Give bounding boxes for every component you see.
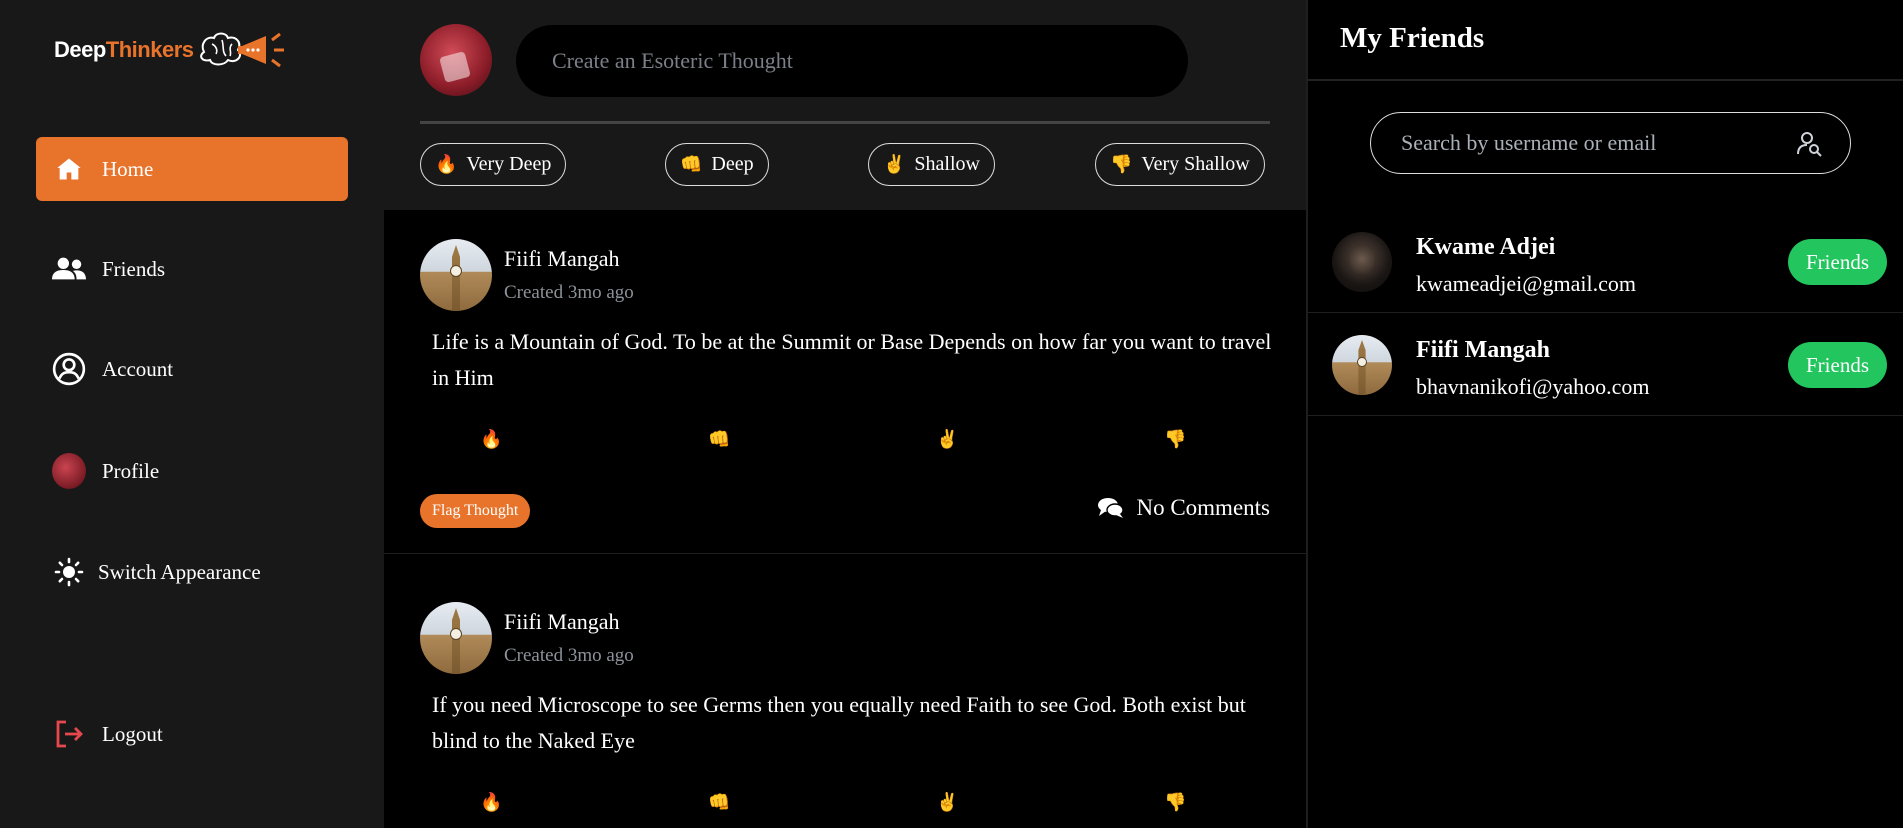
button-label: Very Deep [466,153,552,175]
brain-megaphone-icon [199,32,284,68]
sidebar: DeepThinkers Home Friends Account Profil… [0,0,384,828]
victory-hand-icon[interactable]: ✌️ [936,792,958,813]
tower-shape [1358,340,1366,395]
avatar[interactable] [420,602,492,674]
fist-icon[interactable]: 👊 [708,429,730,450]
very-deep-button[interactable]: 🔥 Very Deep [420,143,567,186]
home-icon [52,152,86,186]
fist-icon: 👊 [680,154,703,174]
friend-search-box[interactable] [1370,112,1851,174]
logo[interactable]: DeepThinkers [54,30,294,70]
button-label: Very Shallow [1141,153,1250,175]
fist-icon[interactable]: 👊 [708,792,730,813]
sidebar-item-label: Account [102,356,174,381]
comments-label: No Comments [1136,495,1270,520]
logo-text-thinkers: Thinkers [105,37,194,62]
friend-email: kwameadjei@gmail.com [1416,271,1637,296]
friends-status-button[interactable]: Friends [1788,342,1887,388]
comments-icon [1098,498,1125,518]
avatar[interactable] [1332,232,1392,292]
logout-label: Logout [102,721,163,746]
shallow-button[interactable]: ✌️ Shallow [868,143,995,186]
friends-panel: My Friends Kwame Adjei kwameadjei@gmail.… [1306,0,1903,828]
post-timestamp: Created 3mo ago [504,645,634,666]
fire-icon[interactable]: 🔥 [480,429,502,450]
thought-composer: 🔥 Very Deep 👊 Deep ✌️ Shallow 👎 Very Sha… [384,0,1306,210]
button-label: Deep [711,153,754,175]
logout-icon [52,717,86,751]
friend-search-input[interactable] [1401,130,1781,156]
post-card: Fiifi Mangah Created 3mo ago Life is a M… [384,210,1306,554]
button-label: Shallow [914,153,980,175]
avatar[interactable] [420,239,492,311]
flag-thought-button[interactable]: Flag Thought [420,494,531,528]
sun-icon [52,555,86,589]
sidebar-item-account[interactable]: Account [36,337,348,401]
post-card: Fiifi Mangah Created 3mo ago If you need… [384,554,1306,828]
sidebar-item-label: Switch Appearance [98,559,261,584]
post-timestamp: Created 3mo ago [504,282,634,303]
avatar [52,453,86,489]
feed: 🔥 Very Deep 👊 Deep ✌️ Shallow 👎 Very Sha… [384,0,1306,828]
friend-list-item: Fiifi Mangah bhavnanikofi@yahoo.com Frie… [1308,313,1903,416]
clock-shape [450,628,462,640]
divider [1308,79,1903,81]
logo-text: DeepThinkers [54,37,194,63]
sidebar-item-friends[interactable]: Friends [36,237,348,301]
comments-link[interactable]: No Comments [1098,495,1270,521]
user-circle-icon [52,352,86,386]
post-author[interactable]: Fiifi Mangah [504,246,620,272]
thumbs-down-icon[interactable]: 👎 [1164,429,1186,450]
sidebar-item-label: Friends [102,256,165,281]
avatar[interactable] [420,24,492,96]
tower-shape [452,608,460,674]
sidebar-item-label: Profile [102,458,160,483]
friend-list-item: Kwame Adjei kwameadjei@gmail.com Friends [1308,210,1903,313]
sidebar-item-profile[interactable]: Profile [36,439,348,503]
sidebar-item-switch-appearance[interactable]: Switch Appearance [36,540,348,604]
victory-hand-icon: ✌️ [883,154,906,174]
users-icon [52,252,86,286]
friend-email: bhavnanikofi@yahoo.com [1416,374,1650,399]
logo-text-deep: Deep [54,37,106,62]
avatar[interactable] [1332,335,1392,395]
post-text: Life is a Mountain of God. To be at the … [432,329,1272,390]
thumbs-down-icon: 👎 [1110,154,1133,174]
profile-avatar [52,453,86,489]
post-author[interactable]: Fiifi Mangah [504,609,620,635]
victory-hand-icon[interactable]: ✌️ [936,429,958,450]
sidebar-item-label: Home [102,156,154,181]
thought-input[interactable] [516,25,1188,97]
divider [420,121,1270,124]
friends-status-button[interactable]: Friends [1788,239,1887,285]
logout-button[interactable]: Logout [36,702,348,766]
panel-title: My Friends [1340,22,1485,54]
thumbs-down-icon[interactable]: 👎 [1164,792,1186,813]
very-shallow-button[interactable]: 👎 Very Shallow [1095,143,1265,186]
clock-shape [450,265,462,277]
fire-icon: 🔥 [435,154,458,174]
sidebar-item-home[interactable]: Home [36,137,348,201]
deep-button[interactable]: 👊 Deep [665,143,769,186]
tower-shape [452,245,460,311]
friend-name[interactable]: Fiifi Mangah [1416,337,1550,364]
search-user-icon[interactable] [1796,130,1824,158]
clock-shape [1357,357,1367,367]
post-text: If you need Microscope to see Germs then… [432,692,1246,753]
fire-icon[interactable]: 🔥 [480,792,502,813]
friend-name[interactable]: Kwame Adjei [1416,234,1555,261]
